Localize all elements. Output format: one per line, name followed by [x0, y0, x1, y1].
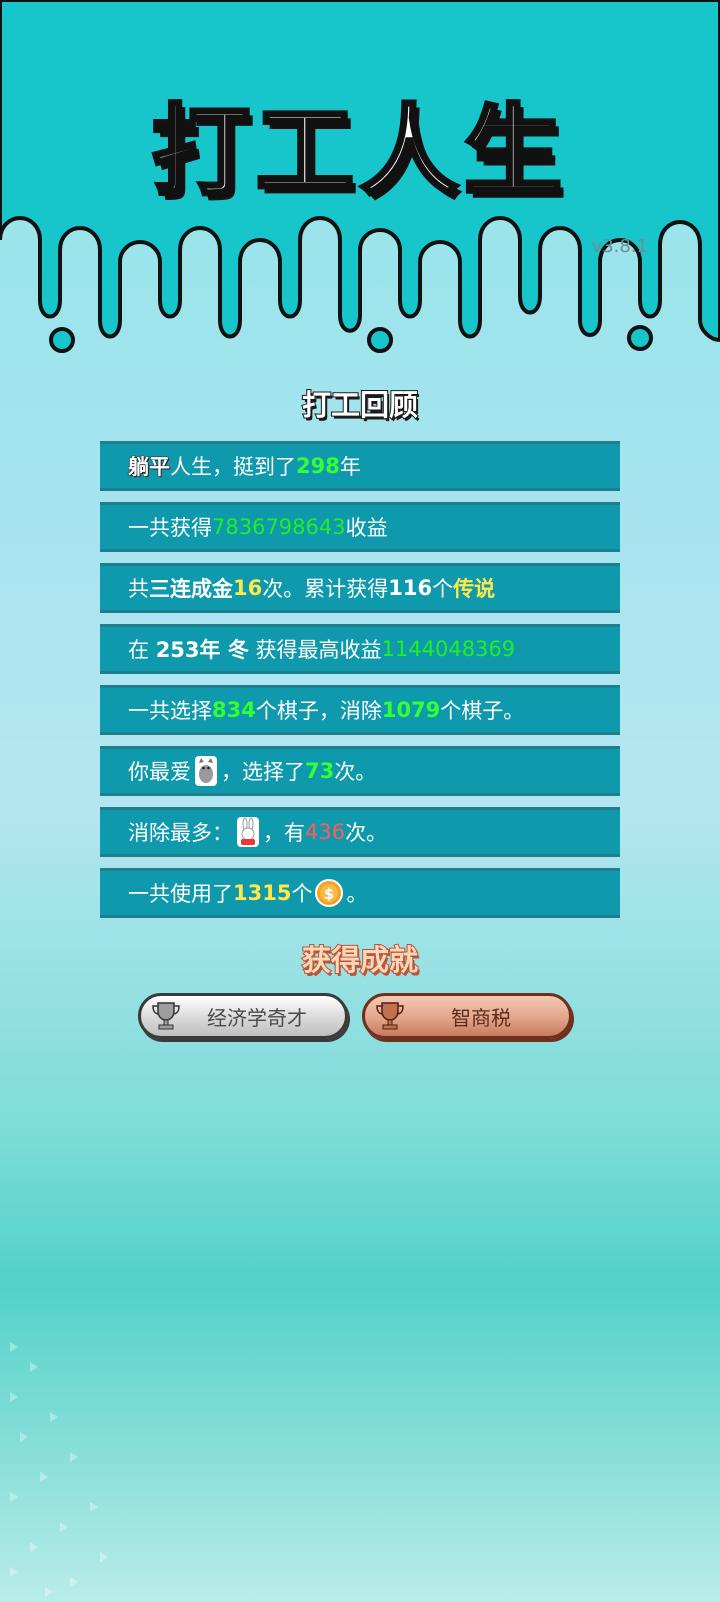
review-text: 次。 [345, 821, 388, 845]
decorative-triangle-pattern [10, 1342, 108, 1597]
review-text: 人生，挺到了 [170, 455, 296, 479]
most-cleared-times: 436 [305, 820, 346, 844]
best-income-time: 253年 冬 [155, 638, 249, 662]
achievement-label: 经济学奇才 [207, 1005, 307, 1030]
review-text: 一共选择 [128, 699, 212, 723]
review-text: 共 [128, 577, 149, 601]
lifestyle-badge: 躺平 [128, 455, 171, 480]
review-text: 收益 [345, 516, 388, 540]
achievements-list: 经济学奇才 智商税 [138, 993, 588, 1043]
bronze-trophy-icon [376, 1002, 404, 1030]
income-value: 7836798643 [212, 515, 346, 539]
favorite-times: 73 [305, 759, 335, 783]
review-row-pieces: 一共选择 834 个棋子，消除 1079 个棋子。 [100, 685, 620, 735]
app-title: 打工人生 [150, 93, 568, 211]
combo-label: 三连成金 [149, 577, 233, 601]
review-text: 个棋子，消除 [255, 699, 382, 723]
review-section-title: 打工回顾 [301, 387, 419, 423]
achievement-iq-tax-button[interactable]: 智商税 [362, 993, 572, 1039]
review-text: 一共使用了 [128, 882, 233, 906]
legend-count: 116 [388, 576, 433, 600]
review-row-combo: 共三连成金 16 次。累计获得 116 个传说 [100, 563, 620, 613]
review-row-favorite: 你最爱 ，选择了 73 次。 [100, 746, 620, 796]
review-row-best-income: 在 253年 冬 获得最高收益 1144048369 [100, 624, 620, 674]
review-text: 你最爱 [128, 760, 191, 784]
review-text: 一共获得 [128, 516, 212, 540]
review-text: ，有 [263, 821, 305, 845]
review-text: ，选择了 [221, 760, 305, 784]
coin-icon: $ [315, 879, 344, 907]
version-label: v3.8.1 [591, 236, 648, 257]
pieces-chosen: 834 [212, 698, 256, 722]
review-text: 次。 [334, 760, 377, 784]
cat-piece-icon [195, 756, 217, 786]
review-row-income: 一共获得 7836798643 收益 [100, 502, 620, 552]
svg-text:$: $ [324, 885, 334, 903]
review-text: 在 [128, 638, 149, 662]
review-text: 消除最多： [128, 821, 233, 845]
review-row-most-cleared: 消除最多： ，有 436 次。 [100, 807, 620, 857]
review-row-coins: 一共使用了 1315 个 $ 。 [100, 868, 620, 918]
rarity-label: 传说 [453, 577, 496, 601]
review-list: 躺平 人生，挺到了 298 年 一共获得 7836798643 收益 共三连成金 16 次。累… [100, 441, 620, 929]
best-income-value: 1144048369 [381, 637, 516, 661]
rabbit-piece-icon [237, 817, 259, 847]
silver-trophy-icon [152, 1002, 180, 1030]
coins-used: 1315 [233, 881, 292, 905]
review-text: 。 [346, 882, 368, 906]
combo-times: 16 [233, 576, 263, 600]
review-text: 个 [432, 577, 454, 601]
review-text: 个棋子。 [440, 699, 525, 723]
achievements-section-title: 获得成就 [301, 942, 419, 978]
achievement-label: 智商税 [451, 1005, 511, 1030]
review-text: 次。累计获得 [262, 577, 389, 601]
review-text: 个 [291, 882, 313, 906]
achievement-economist-button[interactable]: 经济学奇才 [138, 993, 348, 1039]
review-text: 年 [339, 455, 361, 479]
years-value: 298 [296, 454, 340, 478]
review-text: 获得最高收益 [255, 638, 382, 662]
review-row-lifestyle: 躺平 人生，挺到了 298 年 [100, 441, 620, 491]
pieces-cleared: 1079 [381, 698, 441, 722]
